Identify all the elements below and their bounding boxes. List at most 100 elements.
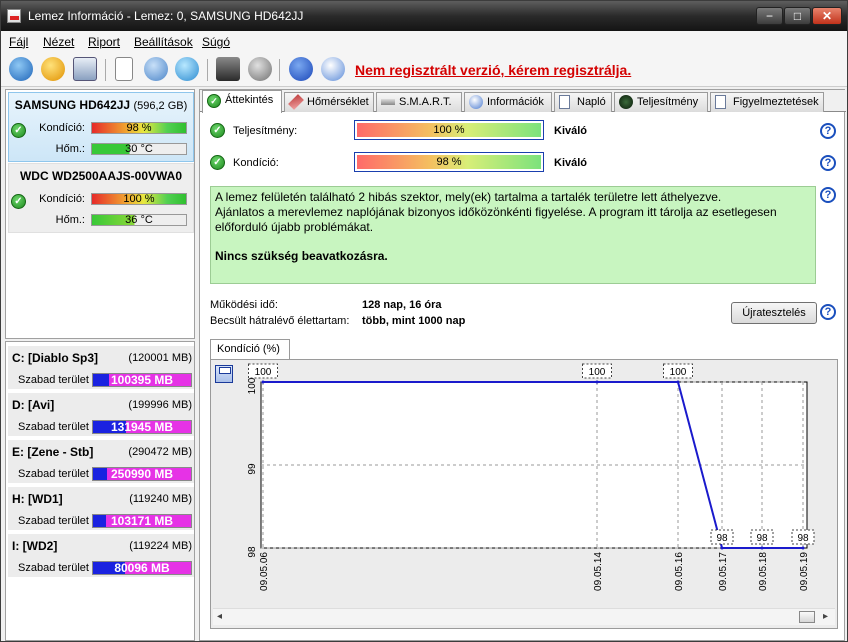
temperature-bar: 36 °C [91,214,187,226]
toolbar-separator [279,59,280,81]
data-point [801,546,805,550]
data-label: 100 [670,367,687,378]
free-space-bar: 100395 MB [92,373,192,387]
info-icon[interactable] [321,57,345,81]
volume-item[interactable]: D: [Avi] (199996 MB) Szabad terület 1319… [8,393,194,438]
document-icon[interactable] [115,57,133,81]
volume-name: I: [WD2] [12,539,58,553]
free-space-bar: 80096 MB [92,561,192,575]
retest-button[interactable]: Újratesztelés [731,302,817,324]
status-line: A lemez felületén található 2 hibás szek… [215,190,722,204]
disk-item-1[interactable]: WDC WD2500AAJS-00VWA0 ✓ Kondíció: 100 % … [8,163,194,233]
menu-report[interactable]: Riport [88,35,120,49]
uptime-label: Működési idő: [210,299,278,311]
register-link[interactable]: Nem regisztrált verzió, kérem regisztrál… [355,62,631,78]
performance-value: 100 % [357,123,541,137]
temperature-bar: 30 °C [91,143,187,155]
help-icon[interactable]: ? [820,123,836,139]
disk-icon[interactable] [73,57,97,81]
volume-item[interactable]: H: [WD1] (119240 MB) Szabad terület 1031… [8,487,194,532]
help-icon[interactable]: ? [820,187,836,203]
disk-item-0[interactable]: SAMSUNG HD642JJ (596,2 GB) ✓ Kondíció: 9… [8,92,194,162]
network-icon[interactable] [175,57,199,81]
tab-performance[interactable]: Teljesítmény [614,92,708,112]
performance-bar: 100 % [354,120,544,140]
help-icon[interactable]: ? [820,155,836,171]
volume-name: D: [Avi] [12,398,55,412]
title-bar[interactable]: Lemez Információ - Lemez: 0, SAMSUNG HD6… [1,1,847,31]
menu-file[interactable]: Fájl [9,35,28,49]
ok-check-icon: ✓ [11,123,26,138]
window-title: Lemez Információ - Lemez: 0, SAMSUNG HD6… [28,9,304,23]
disk-model: WDC WD2500AAJS-00VWA0 [19,169,183,183]
minimize-button[interactable]: − [756,7,783,25]
performance-label: Teljesítmény: [233,125,298,137]
help-icon[interactable]: ? [820,304,836,320]
help-icon[interactable] [289,57,313,81]
menu-view[interactable]: Nézet [43,35,74,49]
free-space-value: 131945 MB [110,420,174,434]
tab-label: S.M.A.R.T. [399,96,452,108]
uptime-value: 128 nap, 16 óra [362,299,442,311]
volume-item[interactable]: C: [Diablo Sp3] (120001 MB) Szabad terül… [8,346,194,391]
data-label: 98 [797,533,809,544]
menu-settings[interactable]: Beállítások [134,35,193,49]
tab-log[interactable]: Napló [554,92,612,112]
volume-size: (290472 MB) [128,446,192,458]
condition-bar: 98 % [91,122,187,134]
log-document-icon [559,95,570,109]
scroll-right-icon[interactable]: ▸ [823,611,828,622]
maximize-button[interactable]: □ [784,7,811,25]
tab-smart[interactable]: S.M.A.R.T. [376,92,462,112]
chip-icon [381,99,395,105]
free-space-value: 103171 MB [110,514,174,528]
disk-size: (596,2 GB) [133,100,188,112]
volume-item[interactable]: E: [Zene - Stb] (290472 MB) Szabad terül… [8,440,194,485]
x-tick-label: 09.05.16 [674,552,685,591]
ok-check-icon: ✓ [210,155,225,170]
free-space-value: 250990 MB [110,467,174,481]
volume-name: C: [Diablo Sp3] [12,351,98,365]
main-panel: ✓ Áttekintés Hőmérséklet S.M.A.R.T. Infor… [199,89,846,641]
free-space-bar: 103171 MB [92,514,192,528]
free-space-value: 80096 MB [114,561,170,575]
data-label: 100 [255,367,272,378]
tab-label: Információk [487,96,544,108]
speaker-icon[interactable] [248,57,272,81]
free-space-bar: 250990 MB [92,467,192,481]
condition-bar: 100 % [91,193,187,205]
status-message-box: A lemez felületén található 2 hibás szek… [210,186,816,284]
tab-warnings[interactable]: Figyelmeztetések [710,92,824,112]
refresh-alt-icon[interactable] [144,57,168,81]
free-space-label: Szabad terület [18,374,89,386]
scroll-left-icon[interactable]: ◂ [217,611,222,622]
tab-information[interactable]: Információk [464,92,552,112]
chart-horizontal-scrollbar[interactable]: ◂ ▸ [213,608,835,625]
health-verdict: Kiváló [554,157,588,169]
lifetime-label: Becsült hátralévő élettartam: [210,315,350,327]
info-icon [469,95,483,109]
warning-icon[interactable] [41,57,65,81]
scroll-thumb[interactable] [799,611,815,623]
free-space-label: Szabad terület [18,515,89,527]
disk-model: SAMSUNG HD642JJ [14,98,131,112]
tab-label: Figyelmeztetések [733,96,819,108]
menu-help[interactable]: Súgó [202,35,230,49]
status-line: Ajánlatos a merevlemez naplójának bizony… [215,205,777,234]
tab-bar: ✓ Áttekintés Hőmérséklet S.M.A.R.T. Infor… [200,90,846,113]
tools-icon[interactable] [216,57,240,81]
chart-tab-health[interactable]: Kondíció (%) [210,339,290,360]
refresh-icon[interactable] [9,57,33,81]
volume-item[interactable]: I: [WD2] (119224 MB) Szabad terület 8009… [8,534,194,579]
tab-overview[interactable]: ✓ Áttekintés [202,90,282,113]
toolbar-separator [105,59,106,81]
data-point [760,546,764,550]
data-point [676,380,680,384]
gauge-icon [619,95,633,109]
x-tick-label: 09.05.18 [758,552,769,591]
tab-temperature[interactable]: Hőmérséklet [284,92,374,112]
x-tick-label: 09.05.19 [799,552,810,591]
x-tick-label: 09.05.14 [593,552,604,591]
close-button[interactable]: ✕ [812,7,842,25]
volume-size: (120001 MB) [128,352,192,364]
